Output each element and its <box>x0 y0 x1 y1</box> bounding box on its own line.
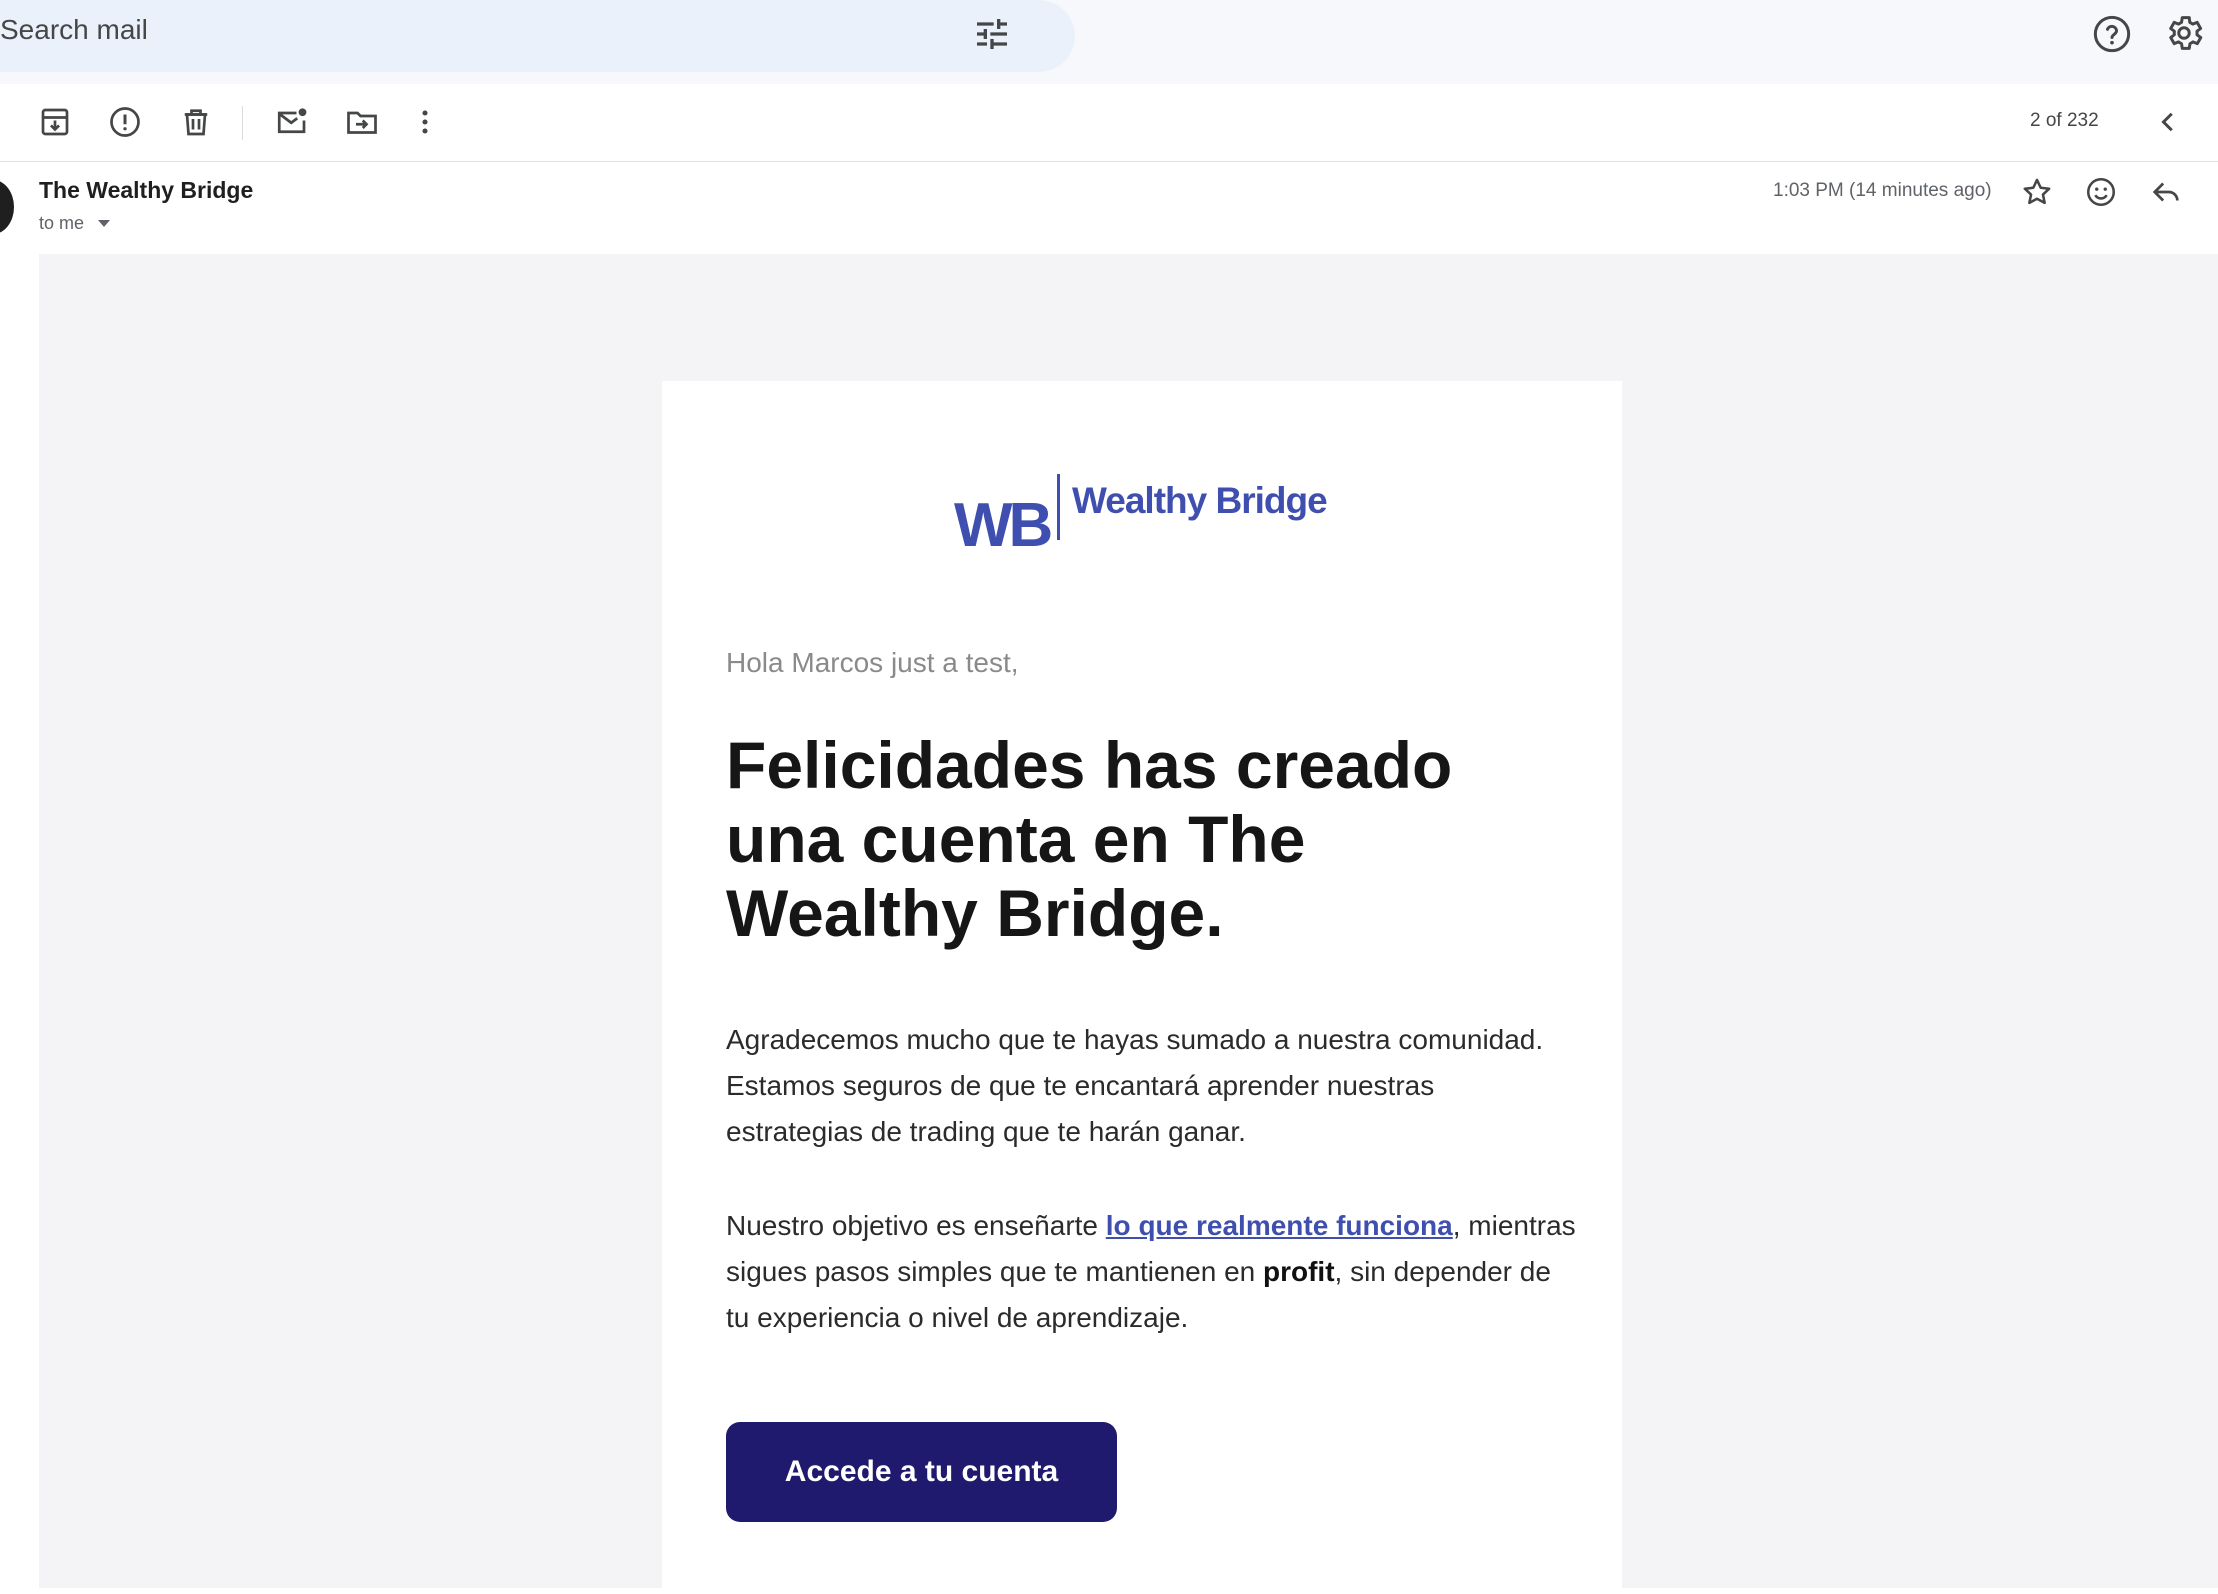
search-input[interactable]: Search mail <box>0 14 148 46</box>
sender-name[interactable]: The Wealthy Bridge <box>39 177 253 204</box>
message-toolbar: 2 of 232 <box>0 84 2218 162</box>
report-spam-icon[interactable] <box>107 104 143 140</box>
top-bar: Search mail <box>0 0 2218 84</box>
more-vert-icon[interactable] <box>407 104 443 140</box>
toolbar-separator <box>242 106 243 140</box>
logo-divider <box>1057 474 1060 540</box>
archive-icon[interactable] <box>37 104 73 140</box>
what-works-link[interactable]: lo que realmente funciona <box>1106 1210 1453 1241</box>
emoji-icon[interactable] <box>2084 175 2118 209</box>
move-to-icon[interactable] <box>344 104 380 140</box>
delete-icon[interactable] <box>178 104 214 140</box>
profit-text: profit <box>1263 1256 1335 1287</box>
pagination-count: 2 of 232 <box>2030 110 2099 131</box>
reply-icon[interactable] <box>2148 175 2184 209</box>
avatar[interactable] <box>0 180 14 234</box>
greeting: Hola Marcos just a test, <box>726 647 1019 678</box>
email-card <box>662 381 1622 1588</box>
headline: Felicidades has creado una cuenta en The… <box>726 728 1453 950</box>
access-account-button[interactable]: Accede a tu cuenta <box>726 1422 1117 1522</box>
logo-mark: WB <box>954 491 1053 560</box>
help-icon[interactable] <box>2092 14 2132 54</box>
paragraph-welcome: Agradecemos mucho que te hayas sumado a … <box>726 1024 1544 1147</box>
brand-logo: WB Wealthy Bridge <box>954 474 1334 560</box>
mark-unread-icon[interactable] <box>274 104 310 140</box>
search-bar[interactable]: Search mail <box>0 0 1075 72</box>
logo-name: Wealthy Bridge <box>1072 480 1328 521</box>
paragraph-text: Nuestro objetivo es enseñarte <box>726 1210 1106 1241</box>
gear-icon[interactable] <box>2163 12 2205 54</box>
recipient-label[interactable]: to me <box>39 213 84 234</box>
chevron-down-icon[interactable] <box>98 220 110 228</box>
star-icon[interactable] <box>2020 175 2054 209</box>
chevron-left-icon[interactable] <box>2150 104 2186 140</box>
message-time: 1:03 PM (14 minutes ago) <box>1773 180 1992 201</box>
tune-icon[interactable] <box>972 14 1012 54</box>
paragraph-objective: Nuestro objetivo es enseñarte lo que rea… <box>726 1203 1576 1341</box>
